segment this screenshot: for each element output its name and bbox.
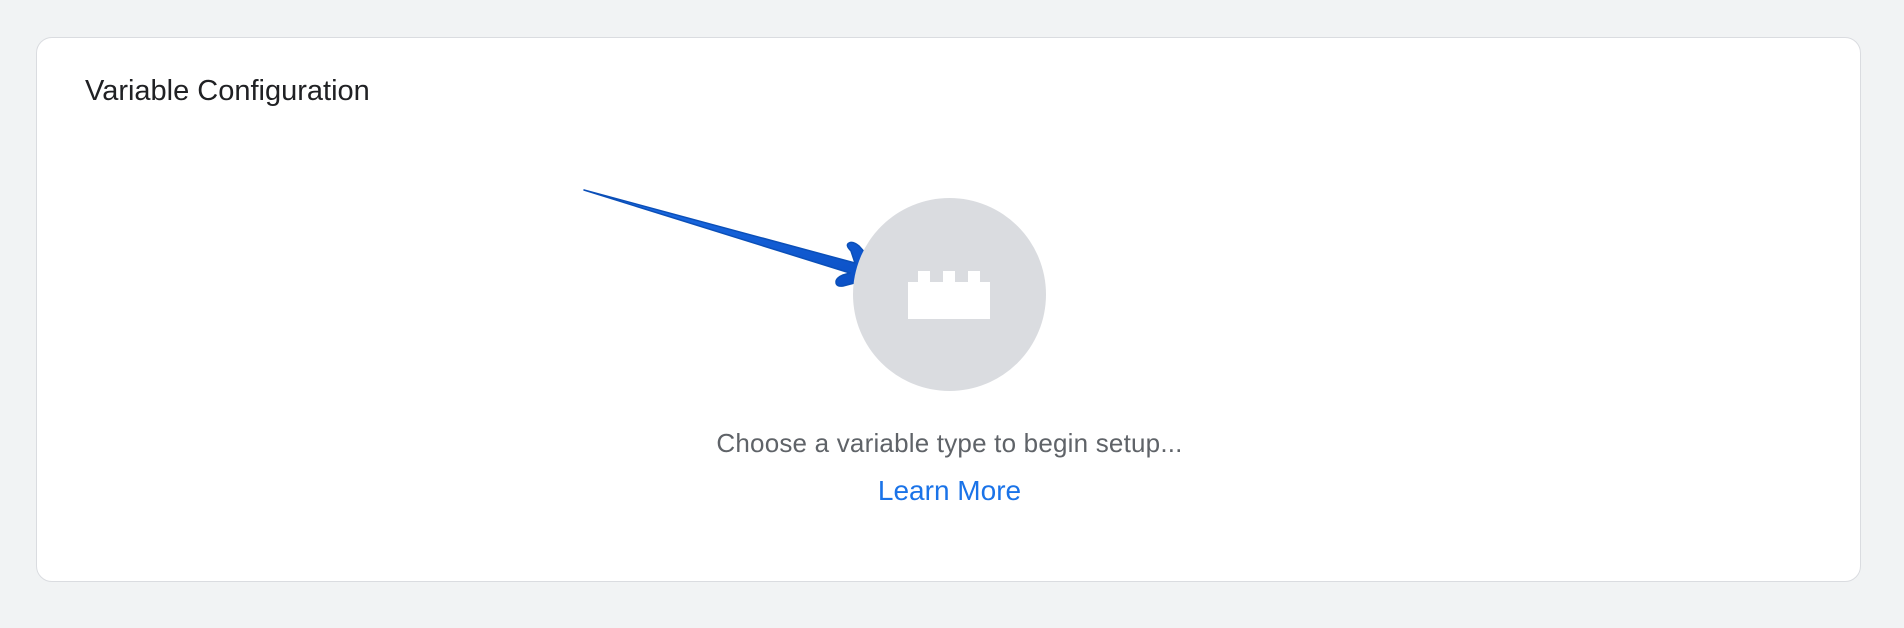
arrow-icon: [583, 189, 886, 287]
learn-more-link[interactable]: Learn More: [878, 475, 1021, 506]
brick-icon: [908, 271, 990, 319]
choose-variable-type-button[interactable]: [853, 198, 1046, 391]
variable-configuration-card: Variable Configuration Choose a variable…: [36, 37, 1861, 582]
learn-more-link-row: Learn More: [37, 475, 1862, 507]
card-title: Variable Configuration: [85, 75, 370, 107]
choose-type-hint: Choose a variable type to begin setup...: [716, 428, 1183, 458]
